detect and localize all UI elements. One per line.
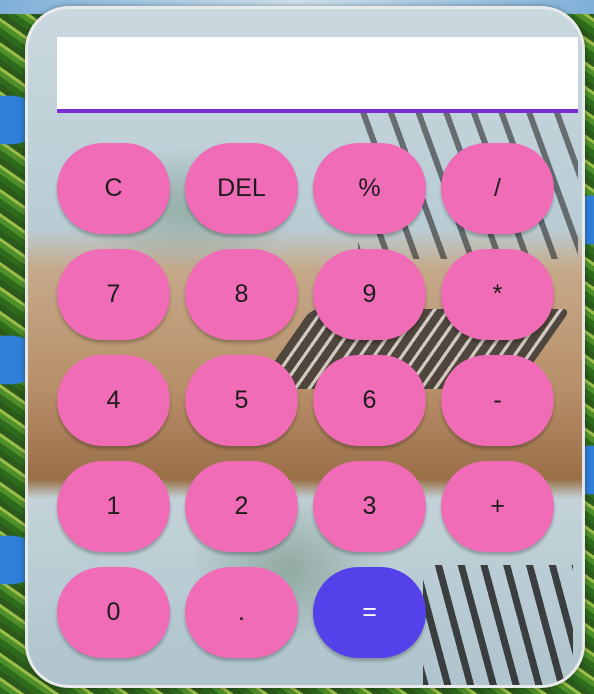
calculator-panel: C DEL % / 7 8 9 * 4 5 6 - 1 2 3 + 0 . = bbox=[25, 6, 585, 688]
digit-5-button[interactable]: 5 bbox=[185, 355, 298, 446]
digit-1-button[interactable]: 1 bbox=[57, 461, 170, 552]
percent-button[interactable]: % bbox=[313, 143, 426, 234]
digit-2-button[interactable]: 2 bbox=[185, 461, 298, 552]
subtract-button[interactable]: - bbox=[441, 355, 554, 446]
digit-0-button[interactable]: 0 bbox=[57, 567, 170, 658]
multiply-button[interactable]: * bbox=[441, 249, 554, 340]
decimal-button[interactable]: . bbox=[185, 567, 298, 658]
digit-6-button[interactable]: 6 bbox=[313, 355, 426, 446]
digit-7-button[interactable]: 7 bbox=[57, 249, 170, 340]
digit-9-button[interactable]: 9 bbox=[313, 249, 426, 340]
equals-button[interactable]: = bbox=[313, 567, 426, 658]
digit-3-button[interactable]: 3 bbox=[313, 461, 426, 552]
add-button[interactable]: + bbox=[441, 461, 554, 552]
keypad: C DEL % / 7 8 9 * 4 5 6 - 1 2 3 + 0 . = bbox=[57, 143, 554, 658]
digit-8-button[interactable]: 8 bbox=[185, 249, 298, 340]
digit-4-button[interactable]: 4 bbox=[57, 355, 170, 446]
delete-button[interactable]: DEL bbox=[185, 143, 298, 234]
divide-button[interactable]: / bbox=[441, 143, 554, 234]
clear-button[interactable]: C bbox=[57, 143, 170, 234]
calculator-display[interactable] bbox=[57, 37, 578, 113]
